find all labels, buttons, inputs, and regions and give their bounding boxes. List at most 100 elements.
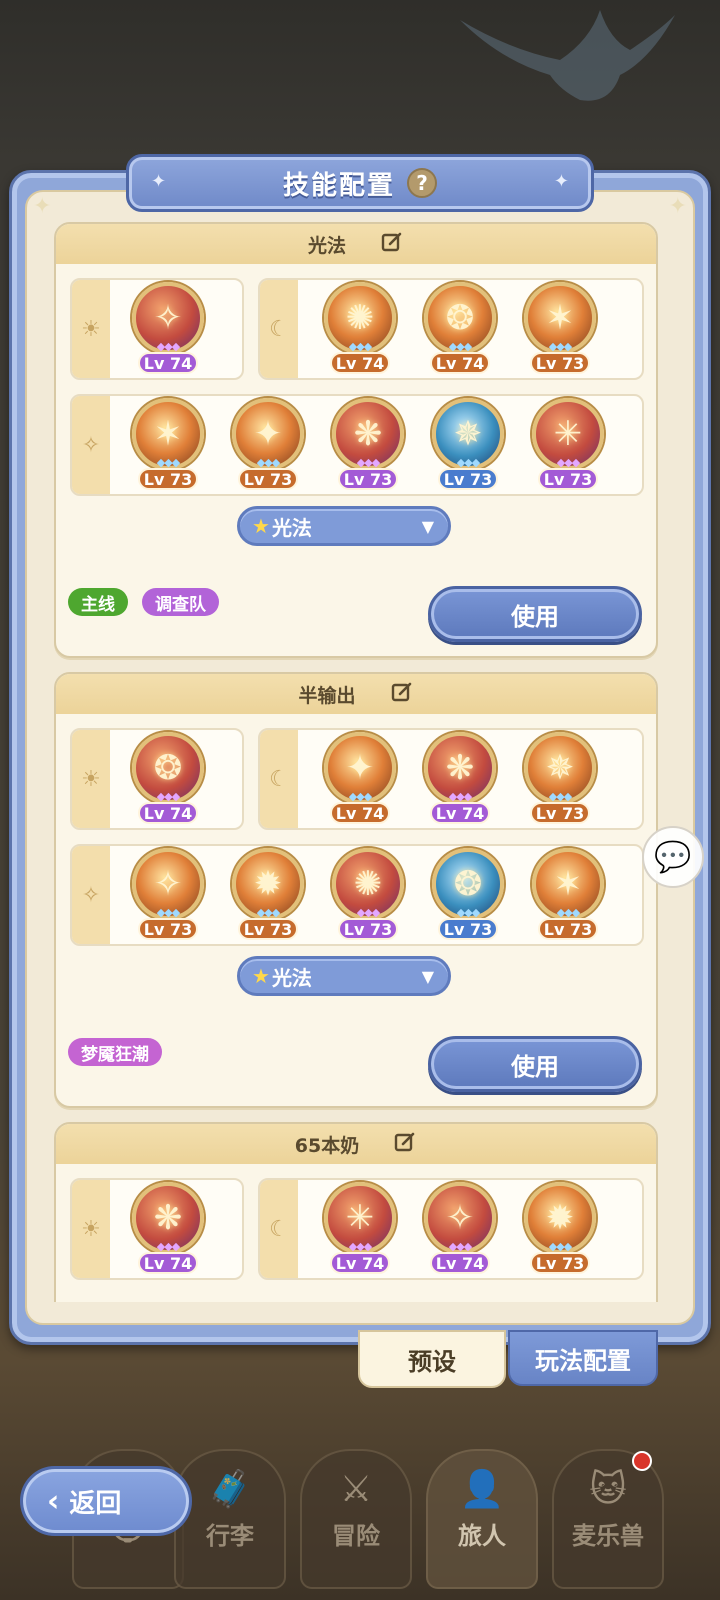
level-badge: Lv 73 (538, 468, 598, 490)
nav-label: 行李 (206, 1522, 254, 1550)
level-badge: Lv 73 (438, 918, 498, 940)
level-badge: Lv 73 (530, 1252, 590, 1274)
skill-row-special: ☾ ✳ ◆◆◆ Lv 74 ✧ ◆◆◆ Lv 74 ✹ ◆◆◆ Lv 73 (258, 1178, 644, 1280)
skill-slot[interactable]: ✶ ◆◆◆ Lv 73 (522, 278, 598, 378)
skill-slot[interactable]: ❂ ◆◆◆ Lv 74 (422, 278, 498, 378)
skill-slot[interactable]: ❋ ◆◆◆ Lv 74 (130, 1178, 206, 1278)
dropdown-value: 光法 (271, 965, 312, 990)
notification-dot (632, 1451, 652, 1471)
pet-icon: 🐱 (589, 1469, 627, 1510)
background-bird-silhouette (460, 10, 675, 101)
help-icon[interactable]: ? (407, 168, 437, 198)
preset-header: 光法 (56, 224, 656, 264)
preset-card: 半输出 ☀ ❂ ◆◆◆ Lv 74 ☾ ✦ ◆◆◆ Lv 74 ❋ ◆◆◆ Lv 74 ✵ ◆◆◆ Lv 7… (54, 672, 658, 1108)
skill-row-passive: ☀ ✧ ◆◆◆ Lv 74 (70, 278, 244, 380)
skill-slot[interactable]: ✺ ◆◆◆ Lv 74 (322, 278, 398, 378)
crossed-swords-icon: ⚔ (339, 1469, 373, 1510)
tab-gameplay-config[interactable]: 玩法配置 (508, 1330, 658, 1386)
traveler-portrait-icon: 👤 (459, 1469, 505, 1510)
page-title: 技能配置 (282, 170, 395, 201)
level-badge: Lv 74 (430, 1252, 490, 1274)
edit-icon[interactable] (359, 1130, 417, 1159)
skill-slot[interactable]: ❋ ◆◆◆ Lv 73 (330, 394, 406, 494)
skill-slot[interactable]: ✹ ◆◆◆ Lv 73 (230, 844, 306, 944)
preset-header: 半输出 (56, 674, 656, 714)
nav-label: 麦乐兽 (572, 1522, 644, 1550)
caret-down-icon: ▼ (421, 516, 434, 536)
skill-slot[interactable]: ❋ ◆◆◆ Lv 74 (422, 728, 498, 828)
skill-row-active: ✧ ✶ ◆◆◆ Lv 73 ✦ ◆◆◆ Lv 73 ❋ ◆◆◆ Lv 73 ✵ ◆◆◆ Lv 73 ✳ ◆◆… (70, 394, 644, 496)
element-dropdown[interactable]: ★ 光法 ▼ (237, 506, 451, 546)
level-badge: Lv 73 (530, 802, 590, 824)
nav-item-pet[interactable]: 🐱 麦乐兽 (552, 1449, 664, 1589)
preset-list[interactable]: 光法 ☀ ✧ ◆◆◆ Lv 74 ☾ ✺ ◆◆◆ Lv 74 ❂ ◆◆◆ Lv 74 ✶ ◆◆◆ Lv 73… (27, 222, 693, 1302)
skill-slot[interactable]: ✶ ◆◆◆ Lv 73 (130, 394, 206, 494)
level-badge: Lv 74 (330, 802, 390, 824)
level-badge: Lv 73 (238, 918, 298, 940)
level-badge: Lv 73 (438, 468, 498, 490)
skill-slot[interactable]: ❂ ◆◆◆ Lv 74 (130, 728, 206, 828)
moon-icon: ☾ (260, 1180, 298, 1278)
edit-icon[interactable] (346, 230, 404, 259)
skill-slot[interactable]: ✦ ◆◆◆ Lv 73 (230, 394, 306, 494)
nav-label: 冒险 (332, 1522, 380, 1550)
panel-paper: ✦ ✦ 光法 ☀ ✧ ◆◆◆ Lv 74 ☾ ✺ ◆◆◆ Lv 74 ❂ ◆◆◆ Lv 74 ✶ ◆◆◆ L… (25, 190, 695, 1325)
moon-icon: ☾ (260, 280, 298, 378)
skill-row-special: ☾ ✺ ◆◆◆ Lv 74 ❂ ◆◆◆ Lv 74 ✶ ◆◆◆ Lv 73 (258, 278, 644, 380)
level-badge: Lv 74 (138, 802, 198, 824)
star-icon: ★ (252, 964, 270, 988)
skill-slot[interactable]: ✵ ◆◆◆ Lv 73 (430, 394, 506, 494)
nav-item-luggage[interactable]: 🧳 行李 (174, 1449, 286, 1589)
level-badge: Lv 74 (430, 802, 490, 824)
skill-slot[interactable]: ❂ ◆◆◆ Lv 73 (430, 844, 506, 944)
level-badge: Lv 73 (238, 468, 298, 490)
skill-row-special: ☾ ✦ ◆◆◆ Lv 74 ❋ ◆◆◆ Lv 74 ✵ ◆◆◆ Lv 73 (258, 728, 644, 830)
skill-slot[interactable]: ✦ ◆◆◆ Lv 74 (322, 728, 398, 828)
skill-row-active: ✧ ✧ ◆◆◆ Lv 73 ✹ ◆◆◆ Lv 73 ✺ ◆◆◆ Lv 73 ❂ ◆◆◆ Lv 73 ✶ ◆◆… (70, 844, 644, 946)
dropdown-value: 光法 (271, 515, 312, 540)
skill-slot[interactable]: ✵ ◆◆◆ Lv 73 (522, 728, 598, 828)
skill-row-passive: ☀ ❂ ◆◆◆ Lv 74 (70, 728, 244, 830)
back-button[interactable]: ‹ 返回 (20, 1466, 192, 1536)
level-badge: Lv 73 (138, 468, 198, 490)
tab-preset[interactable]: 预设 (358, 1330, 506, 1388)
level-badge: Lv 73 (138, 918, 198, 940)
level-badge: Lv 73 (338, 918, 398, 940)
skill-slot[interactable]: ✶ ◆◆◆ Lv 73 (530, 844, 606, 944)
caret-down-icon: ▼ (421, 966, 434, 986)
nav-item-adventure[interactable]: ⚔ 冒险 (300, 1449, 412, 1589)
nav-label: 旅人 (458, 1522, 506, 1550)
use-button[interactable]: 使用 (428, 1036, 642, 1092)
level-badge: Lv 74 (138, 1252, 198, 1274)
level-badge: Lv 73 (538, 918, 598, 940)
skill-slot[interactable]: ✹ ◆◆◆ Lv 73 (522, 1178, 598, 1278)
sparkle-icon: ✧ (72, 846, 110, 944)
sun-icon: ☀ (72, 280, 110, 378)
mode-tag: 梦魇狂潮 (68, 1038, 162, 1066)
level-badge: Lv 74 (430, 352, 490, 374)
chat-button[interactable]: 💬 (642, 826, 704, 888)
sparkle-icon: ✦ (151, 171, 167, 192)
sun-icon: ☀ (72, 730, 110, 828)
edit-icon[interactable] (356, 680, 414, 709)
preset-header: 65本奶 (56, 1124, 656, 1164)
use-button[interactable]: 使用 (428, 586, 642, 642)
skill-slot[interactable]: ✺ ◆◆◆ Lv 73 (330, 844, 406, 944)
skill-slot[interactable]: ✳ ◆◆◆ Lv 73 (530, 394, 606, 494)
skill-slot[interactable]: ✳ ◆◆◆ Lv 74 (322, 1178, 398, 1278)
chat-bubble-icon: 💬 (654, 839, 692, 875)
mode-tag: 调查队 (142, 588, 219, 616)
sparkle-icon: ✧ (72, 396, 110, 494)
skill-slot[interactable]: ✧ ◆◆◆ Lv 73 (130, 844, 206, 944)
preset-name: 半输出 (298, 684, 356, 707)
preset-name: 光法 (307, 234, 346, 257)
level-badge: Lv 73 (530, 352, 590, 374)
sparkle-icon: ✦ (553, 171, 569, 192)
moon-icon: ☾ (260, 730, 298, 828)
corner-sparkle-icon: ✦ (33, 194, 52, 219)
nav-item-traveler[interactable]: 👤 旅人 (426, 1449, 538, 1589)
element-dropdown[interactable]: ★ 光法 ▼ (237, 956, 451, 996)
level-badge: Lv 74 (138, 352, 198, 374)
skill-slot[interactable]: ✧ ◆◆◆ Lv 74 (422, 1178, 498, 1278)
skill-slot[interactable]: ✧ ◆◆◆ Lv 74 (130, 278, 206, 378)
